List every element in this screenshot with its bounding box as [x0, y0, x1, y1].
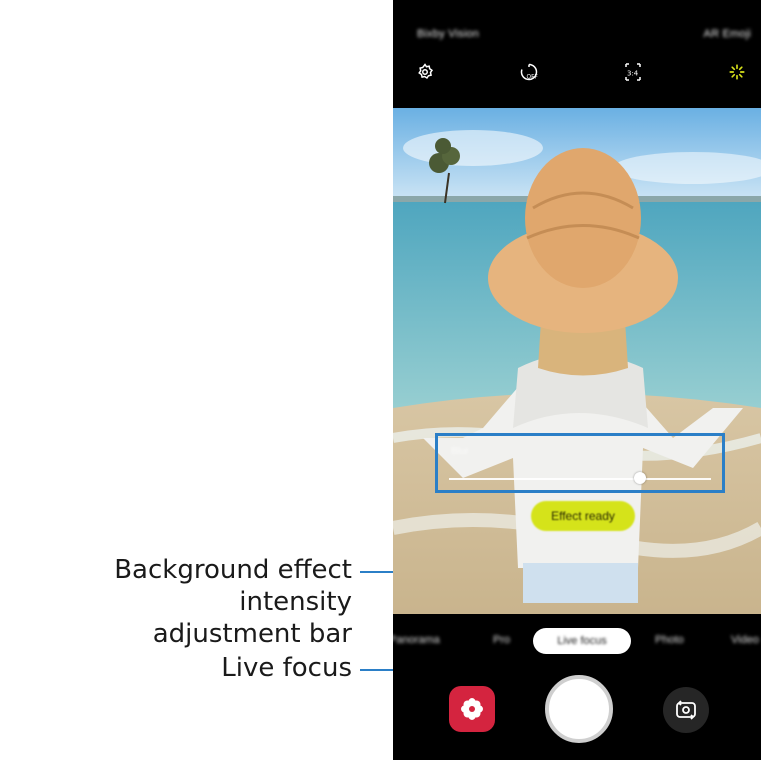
effect-status-badge: Effect ready	[531, 501, 635, 531]
switch-camera-icon[interactable]	[663, 687, 709, 733]
camera-top-bar: Bixby Vision AR Emoji OFF 3:4	[393, 0, 761, 108]
svg-text:OFF: OFF	[527, 75, 539, 81]
mode-video[interactable]: Video	[731, 634, 759, 646]
viewfinder-scene	[393, 108, 761, 614]
effects-icon[interactable]	[725, 60, 749, 84]
svg-text:3:4: 3:4	[627, 70, 639, 78]
camera-bottom-bar	[393, 666, 761, 760]
callout-background-effect: Background effect intensity adjustment b…	[0, 554, 352, 650]
phone-screen: Bixby Vision AR Emoji OFF 3:4 Effect rea…	[393, 0, 761, 760]
callout-background-effect-line2: adjustment bar	[152, 619, 352, 649]
camera-viewfinder[interactable]: Effect ready Blur	[393, 108, 761, 614]
camera-mode-bar: Panorama Pro Live focus Photo Video	[393, 614, 761, 666]
timer-off-icon[interactable]: OFF	[517, 60, 541, 84]
shutter-button[interactable]	[545, 675, 613, 743]
mode-panorama[interactable]: Panorama	[393, 634, 440, 646]
aspect-ratio-icon[interactable]: 3:4	[621, 60, 645, 84]
bixby-icon[interactable]	[449, 686, 495, 732]
mode-photo[interactable]: Photo	[655, 634, 684, 646]
mode-live-focus-label: Live focus	[557, 635, 607, 647]
bixby-vision-link[interactable]: Bixby Vision	[417, 28, 479, 40]
callout-background-effect-line1: Background effect intensity	[114, 555, 352, 617]
settings-icon[interactable]	[413, 60, 437, 84]
ar-emoji-link[interactable]: AR Emoji	[704, 28, 751, 40]
adjustment-bar-highlight	[435, 433, 725, 493]
mode-pro[interactable]: Pro	[493, 634, 510, 646]
callout-live-focus: Live focus	[221, 653, 352, 683]
mode-live-focus[interactable]: Live focus	[533, 628, 631, 654]
